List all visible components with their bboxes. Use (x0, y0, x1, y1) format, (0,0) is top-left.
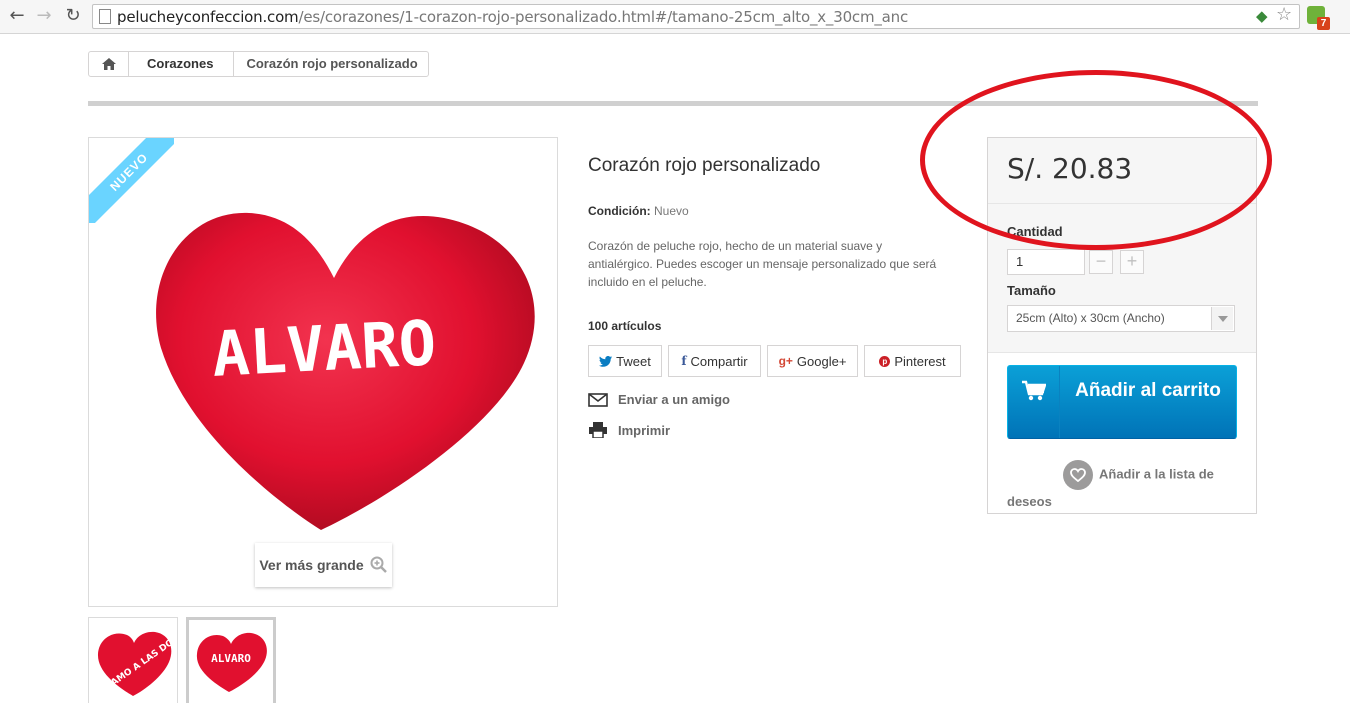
thumbnail-active[interactable]: ALVARO (186, 617, 276, 703)
divider (88, 101, 1258, 106)
stock-quantity: 100 artículos (588, 319, 662, 333)
condition-value: Nuevo (654, 204, 689, 218)
heart-icon (1063, 460, 1093, 490)
thumbnail[interactable]: LAS AMO A LAS DOS (88, 617, 178, 703)
buy-box: S/. 20.83 Cantidad 1 − + Tamaño 25cm (Al… (987, 137, 1257, 514)
view-larger-button[interactable]: Ver más grande (255, 543, 392, 587)
add-to-cart-button[interactable]: Añadir al carrito (1007, 365, 1237, 439)
share-button[interactable]: f Compartir (668, 345, 761, 377)
product-image[interactable]: ALVARO NUEVO Ver más grande (88, 137, 558, 607)
quantity-minus-button[interactable]: − (1089, 250, 1113, 274)
quantity-input[interactable]: 1 (1007, 249, 1085, 275)
new-badge: NUEVO (89, 138, 174, 223)
browser-toolbar: ← → ↻ pelucheyconfeccion.com/es/corazone… (0, 0, 1350, 34)
url-text: pelucheyconfeccion.com/es/corazones/1-co… (117, 8, 909, 26)
wishlist-label-b: deseos (1007, 494, 1052, 509)
size-select-value: 25cm (Alto) x 30cm (Ancho) (1016, 311, 1165, 325)
twitter-icon (599, 355, 613, 367)
add-to-wishlist-link[interactable]: Añadir a la lista de deseos (1007, 460, 1237, 513)
reload-icon[interactable]: ↻ (62, 5, 84, 27)
forward-arrow-icon[interactable]: → (33, 5, 55, 27)
googleplus-button[interactable]: g+ Google+ (767, 345, 858, 377)
tweet-label: Tweet (616, 353, 651, 369)
home-icon (101, 58, 116, 70)
extension-badge: 7 (1317, 17, 1330, 30)
zoom-icon (370, 556, 387, 573)
size-select[interactable]: 25cm (Alto) x 30cm (Ancho) (1007, 305, 1235, 332)
social-share: Tweet f Compartir g+ Google+ p Pinterest (588, 345, 961, 377)
thumbnail-text: ALVARO (211, 652, 251, 665)
breadcrumb: Corazones Corazón rojo personalizado (88, 51, 429, 77)
extension-icon[interactable]: ◆ (1256, 9, 1268, 25)
thumbnail-image: LAS AMO A LAS DOS (91, 631, 177, 701)
pinterest-icon: p (879, 355, 891, 367)
facebook-icon: f (681, 354, 687, 368)
send-to-friend-label: Enviar a un amigo (618, 392, 730, 407)
thumbnail-image: ALVARO (196, 632, 267, 692)
breadcrumb-link-corazones[interactable]: Corazones (129, 52, 235, 76)
view-larger-label: Ver más grande (259, 557, 364, 573)
quantity-plus-button[interactable]: + (1120, 250, 1144, 274)
home-link[interactable] (89, 52, 129, 76)
wishlist-label-a: Añadir a la lista de (1099, 466, 1214, 482)
print-link[interactable]: Imprimir (588, 422, 670, 438)
page-icon (99, 9, 111, 24)
chevron-down-icon (1211, 307, 1233, 330)
product-title: Corazón rojo personalizado (588, 155, 821, 176)
condition: Condición: Nuevo (588, 204, 689, 218)
new-ribbon: NUEVO (89, 138, 174, 223)
add-to-cart-label: Añadir al carrito (1075, 380, 1221, 401)
quantity-label: Cantidad (1007, 224, 1063, 239)
star-icon[interactable]: ☆ (1276, 5, 1292, 23)
product-description: Corazón de peluche rojo, hecho de un mat… (588, 239, 937, 289)
share-label: Compartir (690, 353, 748, 369)
pinterest-label: Pinterest (894, 353, 946, 369)
googleplus-icon: g+ (778, 354, 793, 368)
print-label: Imprimir (618, 422, 671, 438)
tweet-button[interactable]: Tweet (588, 345, 662, 377)
condition-label: Condición: (588, 204, 651, 218)
address-bar[interactable]: pelucheyconfeccion.com/es/corazones/1-co… (92, 4, 1300, 29)
back-arrow-icon[interactable]: ← (6, 5, 28, 27)
breadcrumb-current: Corazón rojo personalizado (246, 56, 418, 71)
size-label: Tamaño (1007, 283, 1056, 298)
googleplus-label: Google+ (796, 353, 847, 369)
price-area: S/. 20.83 (988, 138, 1256, 204)
envelope-icon (588, 392, 608, 407)
cart-icon (1008, 366, 1060, 438)
send-to-friend-link[interactable]: Enviar a un amigo (588, 392, 730, 407)
pinterest-button[interactable]: p Pinterest (864, 345, 961, 377)
printer-icon (589, 422, 607, 438)
product-price: S/. 20.83 (1007, 152, 1133, 185)
heart-text: ALVARO (210, 306, 437, 391)
